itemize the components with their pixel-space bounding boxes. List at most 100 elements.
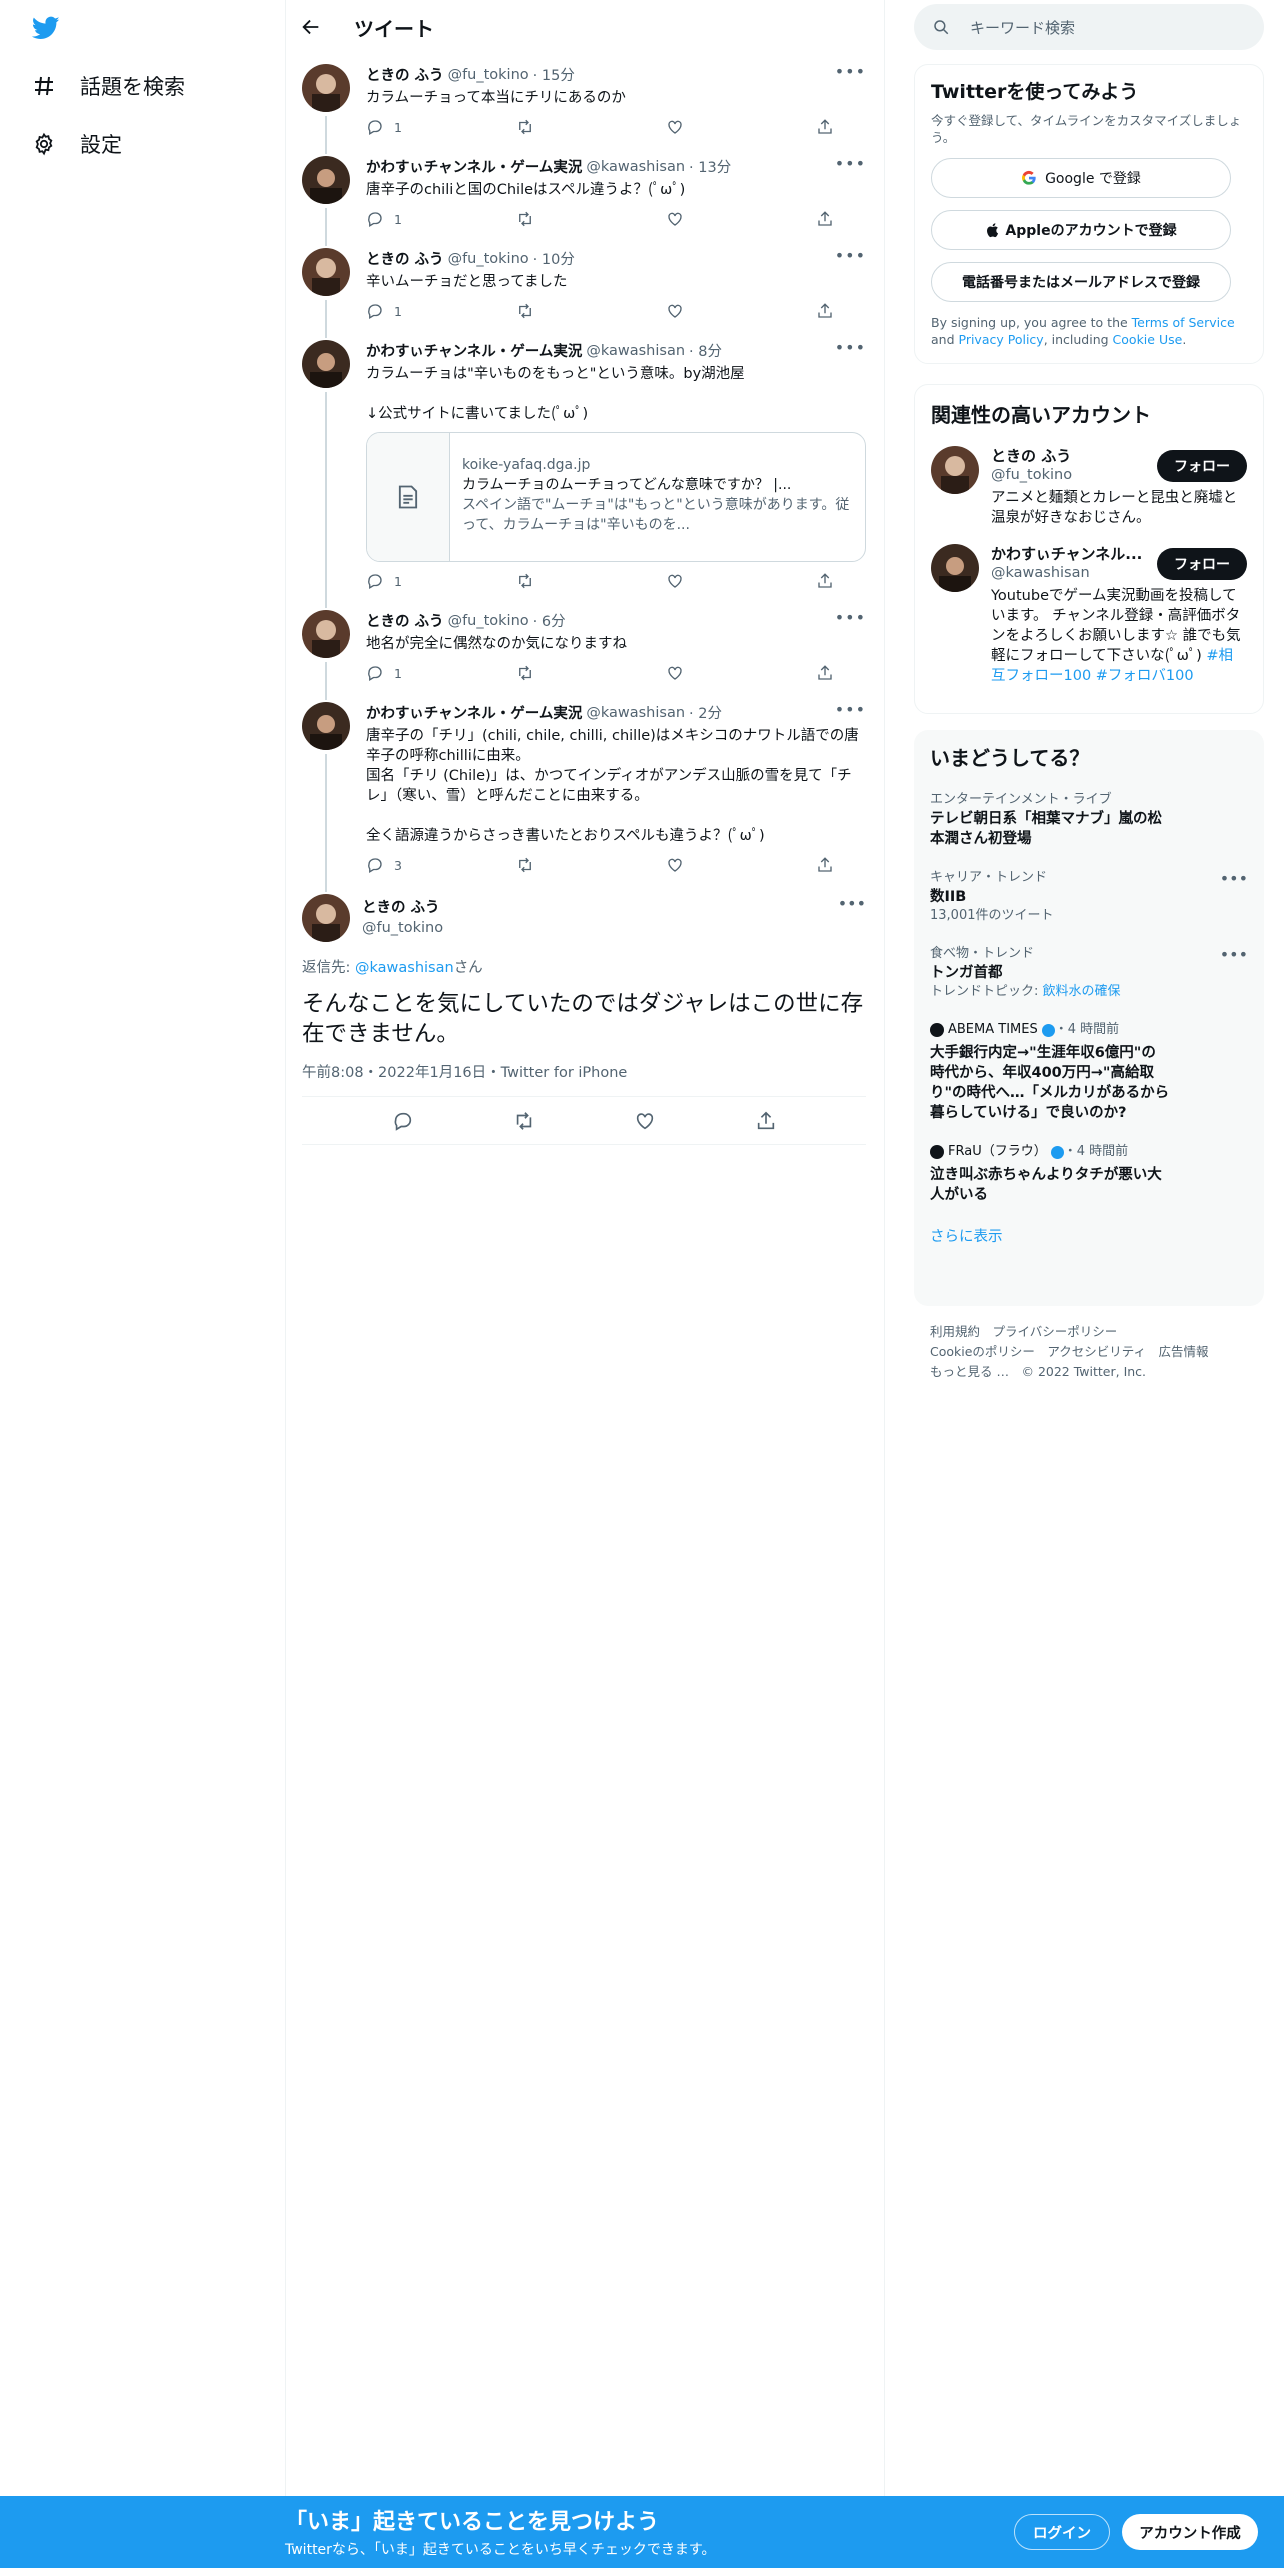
cookie-link[interactable]: Cookie Use xyxy=(1113,332,1183,347)
author-name[interactable]: かわすぃチャンネル・ゲーム実況 xyxy=(366,702,582,723)
author-name[interactable]: ときの ふう xyxy=(362,898,443,918)
thread-tweet[interactable]: ときの ふう @fu_tokino · 6分 ••• 地名が完全に偶然なのか気に… xyxy=(286,600,884,700)
phone-signup-button[interactable]: 電話番号またはメールアドレスで登録 xyxy=(931,262,1231,302)
more-icon[interactable]: ••• xyxy=(1220,945,1248,964)
follow-button[interactable]: フォロー xyxy=(1157,450,1247,482)
reply-button[interactable]: 1 xyxy=(366,118,516,136)
author-handle[interactable]: @kawashisan xyxy=(586,343,685,359)
more-icon[interactable]: ••• xyxy=(835,338,866,357)
author-handle[interactable]: @fu_tokino xyxy=(448,67,529,83)
apple-signup-button[interactable]: Appleのアカウントで登録 xyxy=(931,210,1231,250)
author-name[interactable]: ときの ふう xyxy=(366,610,444,631)
avatar[interactable] xyxy=(302,702,350,750)
retweet-button[interactable] xyxy=(516,302,666,320)
like-button[interactable] xyxy=(666,572,816,590)
more-icon[interactable]: ••• xyxy=(835,62,866,81)
author-name[interactable]: ときの ふう xyxy=(366,248,444,269)
reply-button[interactable]: 3 xyxy=(366,856,516,874)
trend-item[interactable]: キャリア・トレンド 数IIB 13,001件のツイート ••• xyxy=(930,869,1248,925)
avatar[interactable] xyxy=(302,610,350,658)
related-account[interactable]: かわすぃチャンネル... @kawashisan Youtubeでゲーム実況動画… xyxy=(931,544,1247,686)
trend-item[interactable]: エンターテインメント・ライブ テレビ朝日系「相葉マナブ」嵐の松本潤さん初登場 xyxy=(930,791,1248,849)
login-button[interactable]: ログイン xyxy=(1014,2514,1110,2550)
terms-link[interactable]: Terms of Service xyxy=(1132,315,1235,330)
show-more-link[interactable]: さらに表示 xyxy=(930,1225,1248,1246)
avatar[interactable] xyxy=(302,156,350,204)
nav-explore[interactable]: 話題を検索 xyxy=(32,66,185,106)
like-icon[interactable] xyxy=(634,1110,656,1132)
author-name[interactable]: ときの ふう xyxy=(366,64,444,85)
like-button[interactable] xyxy=(666,302,816,320)
author-handle[interactable]: @fu_tokino xyxy=(362,918,443,938)
author-name[interactable]: かわすぃチャンネル・ゲーム実況 xyxy=(366,156,582,177)
like-button[interactable] xyxy=(666,210,816,228)
reply-button[interactable]: 1 xyxy=(366,664,516,682)
author-handle[interactable]: @kawashisan xyxy=(586,159,685,175)
share-button[interactable] xyxy=(816,118,834,136)
tweet-age[interactable]: · 2分 xyxy=(689,702,722,723)
more-icon[interactable]: ••• xyxy=(835,700,866,719)
back-arrow-icon[interactable] xyxy=(300,16,322,38)
reply-button[interactable]: 1 xyxy=(366,572,516,590)
follow-button[interactable]: フォロー xyxy=(1157,548,1247,580)
retweet-button[interactable] xyxy=(516,856,666,874)
share-button[interactable] xyxy=(816,856,834,874)
news-item[interactable]: FRaU（フラウ） ・4 時間前 泣き叫ぶ赤ちゃんよりタチが悪い大人がいる xyxy=(930,1143,1248,1205)
retweet-icon[interactable] xyxy=(513,1110,535,1132)
trend-item[interactable]: 食べ物・トレンド トンガ首都 トレンドトピック: 飲料水の確保 ••• xyxy=(930,945,1248,1001)
avatar[interactable] xyxy=(302,248,350,296)
avatar[interactable] xyxy=(302,340,350,388)
tweet-meta[interactable]: 午前8:08・2022年1月16日・Twitter for iPhone xyxy=(302,1061,866,1097)
reply-button[interactable]: 1 xyxy=(366,302,516,320)
footer-line-3[interactable]: もっと見る … © 2022 Twitter, Inc. xyxy=(930,1362,1209,1382)
share-button[interactable] xyxy=(816,210,834,228)
share-button[interactable] xyxy=(816,302,834,320)
related-account[interactable]: ときの ふう @fu_tokino アニメと麺類とカレーと昆虫と廃墟と温泉が好き… xyxy=(931,446,1247,536)
share-button[interactable] xyxy=(816,664,834,682)
footer-line-1[interactable]: 利用規約 プライバシーポリシー xyxy=(930,1322,1209,1342)
thread-tweet[interactable]: ときの ふう @fu_tokino · 15分 ••• カラムーチョって本当にチ… xyxy=(286,54,884,154)
more-icon[interactable]: ••• xyxy=(1220,869,1248,888)
search-input[interactable]: キーワード検索 xyxy=(914,4,1264,50)
more-icon[interactable]: ••• xyxy=(835,246,866,265)
avatar[interactable] xyxy=(931,544,979,592)
more-icon[interactable]: ••• xyxy=(835,154,866,173)
share-icon[interactable] xyxy=(755,1110,777,1132)
news-item[interactable]: ABEMA TIMES ・4 時間前 大手銀行内定→"生涯年収6億円"の時代から… xyxy=(930,1021,1248,1123)
author-name[interactable]: かわすぃチャンネル・ゲーム実況 xyxy=(366,340,582,361)
retweet-button[interactable] xyxy=(516,664,666,682)
nav-settings[interactable]: 設定 xyxy=(32,124,122,164)
more-icon[interactable]: ••• xyxy=(838,894,866,913)
thread-tweet[interactable]: かわすぃチャンネル・ゲーム実況 @kawashisan · 8分 ••• カラム… xyxy=(286,330,884,608)
footer-line-2[interactable]: Cookieのポリシー アクセシビリティ 広告情報 xyxy=(930,1342,1209,1362)
avatar[interactable] xyxy=(302,894,350,942)
privacy-link[interactable]: Privacy Policy xyxy=(959,332,1044,347)
retweet-button[interactable] xyxy=(516,210,666,228)
reply-handle-link[interactable]: @kawashisan xyxy=(355,960,454,976)
reply-icon[interactable] xyxy=(392,1110,414,1132)
avatar[interactable] xyxy=(931,446,979,494)
thread-tweet[interactable]: ときの ふう @fu_tokino · 10分 ••• 辛いムーチョだと思ってま… xyxy=(286,238,884,338)
signup-button[interactable]: アカウント作成 xyxy=(1122,2514,1258,2550)
like-button[interactable] xyxy=(666,856,816,874)
reply-button[interactable]: 1 xyxy=(366,210,516,228)
retweet-button[interactable] xyxy=(516,118,666,136)
like-button[interactable] xyxy=(666,118,816,136)
tweet-age[interactable]: · 10分 xyxy=(533,248,575,269)
thread-tweet[interactable]: かわすぃチャンネル・ゲーム実況 @kawashisan · 2分 ••• 唐辛子… xyxy=(286,692,884,892)
tweet-age[interactable]: · 6分 xyxy=(533,610,566,631)
link-card[interactable]: koike-yafaq.dga.jp カラムーチョのムーチョってどんな意味ですか… xyxy=(366,432,866,562)
like-button[interactable] xyxy=(666,664,816,682)
author-handle[interactable]: @kawashisan xyxy=(586,705,685,721)
more-icon[interactable]: ••• xyxy=(835,608,866,627)
tweet-age[interactable]: · 13分 xyxy=(689,156,731,177)
trend-topic-link[interactable]: 飲料水の確保 xyxy=(1043,984,1121,999)
share-button[interactable] xyxy=(816,572,834,590)
google-signup-button[interactable]: Google で登録 xyxy=(931,158,1231,198)
author-handle[interactable]: @fu_tokino xyxy=(448,613,529,629)
retweet-button[interactable] xyxy=(516,572,666,590)
avatar[interactable] xyxy=(302,64,350,112)
tweet-age[interactable]: · 8分 xyxy=(689,340,722,361)
tweet-age[interactable]: · 15分 xyxy=(533,64,575,85)
thread-tweet[interactable]: かわすぃチャンネル・ゲーム実況 @kawashisan · 13分 ••• 唐辛… xyxy=(286,146,884,246)
